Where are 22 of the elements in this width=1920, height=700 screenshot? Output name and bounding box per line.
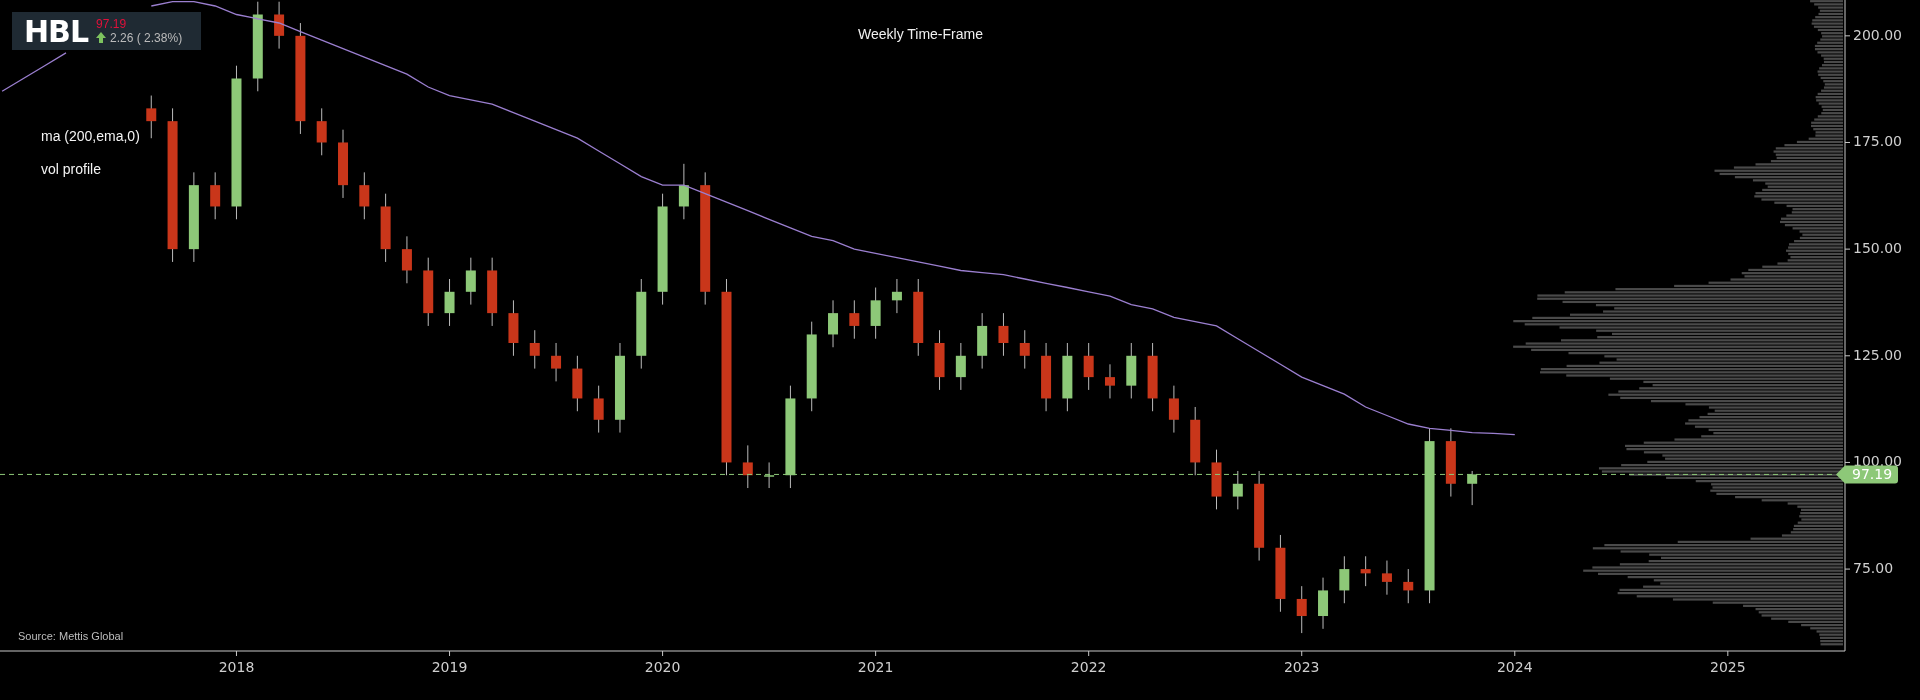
axis-label: 2019 [431, 659, 468, 675]
axis-label: 125.00 [1853, 346, 1902, 363]
chart-title: Weekly Time-Frame [858, 26, 983, 42]
ticker-symbol: HBL [24, 13, 89, 49]
last-price: 97.19 [96, 17, 128, 31]
indicator-label: vol profile [41, 161, 102, 177]
axis-label: 2024 [1496, 659, 1533, 675]
axis-label: 150.00 [1853, 240, 1902, 257]
indicator-label: ma (200,ema,0) [41, 128, 140, 144]
axis-label: 2022 [1070, 659, 1107, 675]
price-change: 2.26 ( 2.38%) [110, 30, 183, 45]
axis-label: 200.00 [1853, 26, 1902, 43]
axis-label: 2020 [644, 659, 681, 675]
axis-label: 2018 [218, 659, 255, 675]
price-tag: 97.19 [1836, 465, 1898, 484]
arrow-up-icon [96, 32, 107, 43]
source-note: Source: Mettis Global [18, 630, 124, 642]
axis-label: 75.00 [1853, 560, 1894, 577]
axis-label: 2021 [857, 659, 894, 675]
axis-label: 2025 [1710, 659, 1746, 675]
axis-label: 175.00 [1853, 133, 1902, 150]
axis-label: 2023 [1283, 659, 1320, 675]
